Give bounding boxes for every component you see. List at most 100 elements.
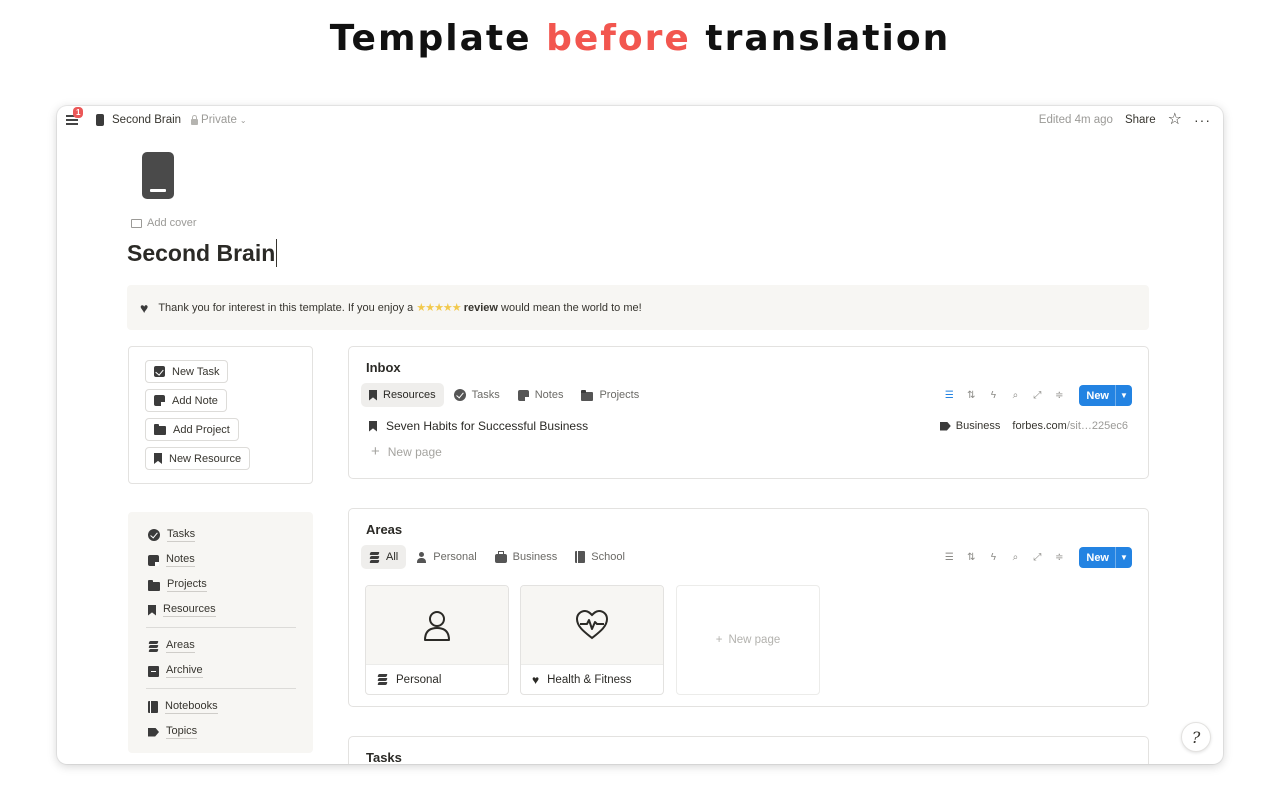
privacy-dropdown[interactable]: Private ⌄ — [191, 114, 247, 126]
expand-icon[interactable]: ⤢ — [1031, 390, 1043, 401]
card-caption: Personal — [366, 664, 508, 694]
note-icon — [154, 395, 165, 406]
chevron-down-icon[interactable]: ▼ — [1115, 547, 1132, 568]
gallery-card-personal[interactable]: Personal — [365, 585, 509, 695]
nav-item-projects[interactable]: Projects — [148, 578, 207, 592]
page-icon[interactable] — [142, 152, 174, 199]
check-circle-icon — [148, 529, 160, 541]
tab-projects[interactable]: Projects — [573, 383, 647, 407]
settings-icon[interactable]: ≑ — [1053, 552, 1065, 563]
tab-business[interactable]: Business — [487, 545, 566, 569]
sort-icon[interactable]: ⇅ — [965, 552, 977, 563]
areas-view-tabs: All Personal Business School — [361, 545, 633, 569]
expand-icon[interactable]: ⤢ — [1031, 552, 1043, 563]
inbox-database: Inbox Resources Tasks Notes Projects ☰ ⇅… — [348, 346, 1149, 479]
filter-icon[interactable]: ☰ — [943, 552, 955, 563]
table-row[interactable]: Seven Habits for Successful Business — [369, 419, 588, 433]
nav-divider — [146, 627, 296, 628]
new-page-button[interactable]: + New page — [371, 444, 442, 459]
nav-item-notes[interactable]: Notes — [148, 553, 195, 567]
plus-icon: + — [715, 634, 723, 646]
banner-accent: before — [546, 18, 691, 59]
nav-item-notebooks[interactable]: Notebooks — [148, 700, 218, 714]
headline-banner: Template before translation — [0, 18, 1280, 59]
callout-bold: review — [463, 302, 498, 314]
app-window: 1 Second Brain Private ⌄ Edited 4m ago S… — [57, 106, 1223, 764]
heart-pulse-icon — [575, 609, 609, 640]
callout-text: Thank you for interest in this template.… — [158, 302, 642, 314]
add-project-button[interactable]: Add Project — [145, 418, 239, 441]
notification-badge: 1 — [73, 107, 84, 118]
tag-property[interactable]: Business — [939, 420, 1000, 432]
breadcrumb-title[interactable]: Second Brain — [112, 114, 181, 126]
tab-tasks[interactable]: Tasks — [446, 383, 508, 407]
notebook-icon — [148, 701, 158, 713]
tab-school[interactable]: School — [567, 545, 633, 569]
add-note-button[interactable]: Add Note — [145, 389, 227, 412]
chevron-down-icon: ⌄ — [239, 115, 247, 125]
tag-icon — [148, 727, 159, 737]
folder-icon — [154, 424, 166, 435]
tasks-title[interactable]: Tasks — [366, 750, 402, 764]
callout: ♥ Thank you for interest in this templat… — [127, 285, 1149, 330]
folder-icon — [581, 389, 594, 401]
nav-item-resources[interactable]: Resources — [148, 603, 216, 617]
nav-item-archive[interactable]: Archive — [148, 664, 203, 678]
filter-icon[interactable]: ☰ — [943, 390, 955, 401]
bookmark-icon — [154, 453, 162, 464]
search-icon[interactable]: ⌕ — [1009, 390, 1021, 401]
help-button[interactable]: ? — [1181, 722, 1211, 752]
search-icon[interactable]: ⌕ — [1009, 552, 1021, 563]
new-task-button[interactable]: New Task — [145, 360, 229, 383]
navigation-box: Tasks Notes Projects Resources Areas Arc… — [128, 512, 313, 753]
new-resource-button[interactable]: New Resource — [145, 447, 251, 470]
check-circle-icon — [453, 389, 466, 401]
image-icon — [131, 218, 142, 228]
tab-resources[interactable]: Resources — [361, 383, 444, 407]
folder-icon — [148, 579, 160, 591]
row-title: Seven Habits for Successful Business — [386, 419, 589, 433]
sort-icon[interactable]: ⇅ — [965, 390, 977, 401]
inbox-title[interactable]: Inbox — [366, 360, 401, 375]
plus-icon: + — [371, 443, 380, 460]
top-bar: 1 Second Brain Private ⌄ Edited 4m ago S… — [57, 106, 1223, 134]
automation-icon[interactable]: ϟ — [987, 390, 999, 401]
note-icon — [148, 554, 159, 566]
banner-suffix: translation — [705, 18, 951, 59]
checkbox-icon — [154, 366, 165, 377]
tab-notes[interactable]: Notes — [510, 383, 572, 407]
tab-personal[interactable]: Personal — [408, 545, 484, 569]
quick-actions-box: New Task Add Note Add Project New Resour… — [128, 346, 313, 484]
settings-icon[interactable]: ≑ — [1053, 390, 1065, 401]
add-cover-button[interactable]: Add cover — [131, 217, 197, 229]
privacy-label: Private — [201, 114, 237, 126]
areas-title[interactable]: Areas — [366, 522, 402, 537]
card-cover — [366, 586, 508, 664]
gallery-card-health[interactable]: ♥ Health & Fitness — [520, 585, 664, 695]
tasks-database: Tasks — [348, 736, 1149, 764]
stars-rating: ★★★★★ — [416, 302, 461, 314]
star-icon[interactable]: ☆ — [1168, 112, 1182, 128]
more-icon[interactable]: ··· — [1194, 112, 1211, 128]
card-cover — [521, 586, 663, 664]
page-title[interactable]: Second Brain — [127, 239, 278, 267]
archive-icon — [148, 665, 159, 677]
url-property[interactable]: forbes.com/sit…225ec6 — [1012, 420, 1128, 432]
bookmark-icon — [369, 420, 377, 432]
nav-item-topics[interactable]: Topics — [148, 725, 198, 739]
new-button[interactable]: New ▼ — [1079, 547, 1132, 568]
nav-item-tasks[interactable]: Tasks — [148, 528, 196, 542]
share-button[interactable]: Share — [1125, 114, 1156, 126]
sidebar-toggle-button[interactable]: 1 — [66, 107, 84, 126]
add-cover-label: Add cover — [147, 217, 197, 229]
nav-divider — [146, 688, 296, 689]
new-page-card[interactable]: + New page — [676, 585, 820, 695]
heart-icon: ♥ — [532, 672, 540, 687]
tab-all[interactable]: All — [361, 545, 407, 569]
chevron-down-icon[interactable]: ▼ — [1115, 385, 1132, 406]
layers-icon — [148, 640, 159, 652]
automation-icon[interactable]: ϟ — [987, 552, 999, 563]
edited-status: Edited 4m ago — [1038, 114, 1113, 126]
nav-item-areas[interactable]: Areas — [148, 639, 195, 653]
new-button[interactable]: New ▼ — [1079, 385, 1132, 406]
